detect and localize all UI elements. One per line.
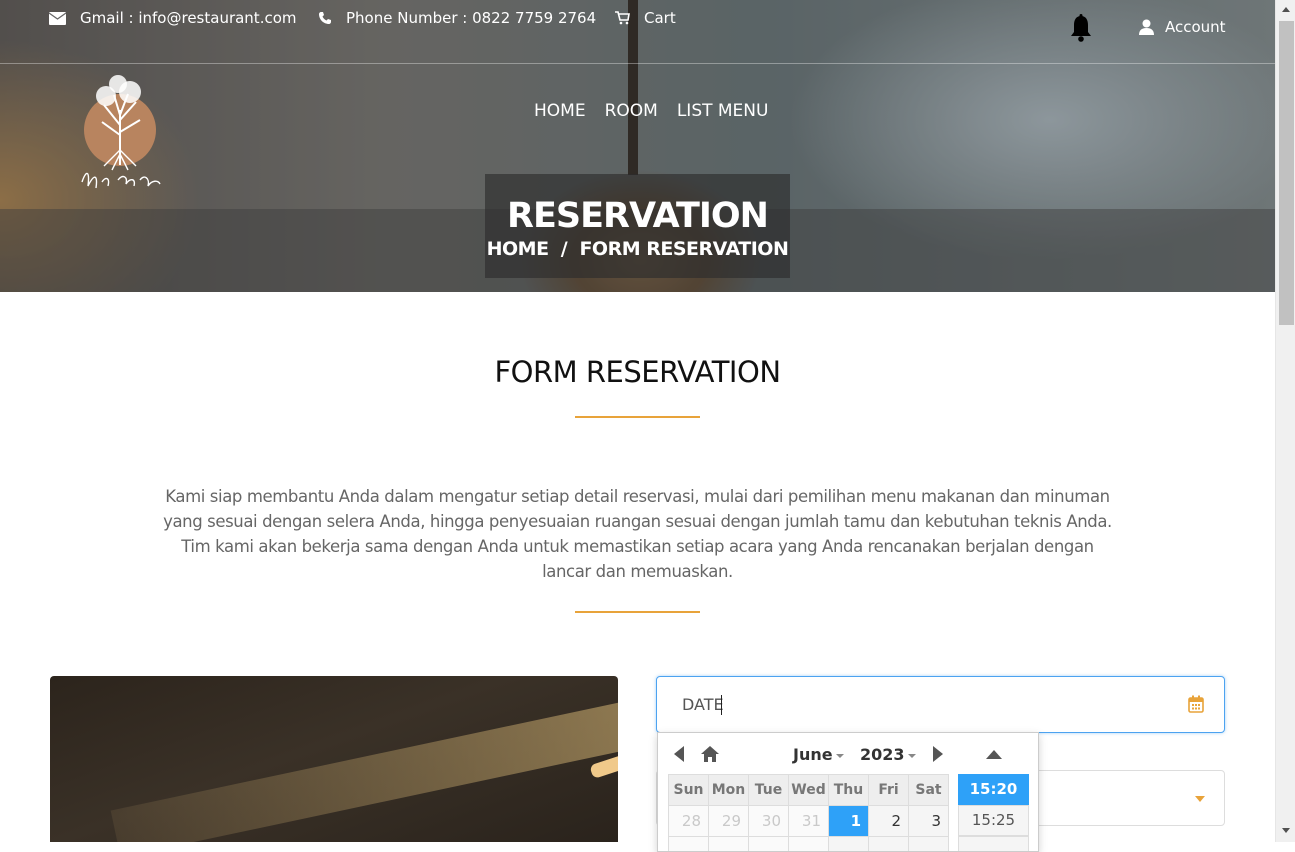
breadcrumb: HOME / FORM RESERVATION <box>485 238 790 260</box>
calendar-day[interactable]: 31 <box>789 806 829 837</box>
nav-list-menu[interactable]: LIST MENU <box>677 101 769 121</box>
calendar-day-selected[interactable]: 1 <box>829 806 869 837</box>
calendar-day[interactable] <box>789 837 829 852</box>
calendar-day[interactable]: 3 <box>909 806 949 837</box>
restaurant-photo <box>50 676 618 842</box>
year-label: 2023 <box>860 745 905 764</box>
calendar-day[interactable] <box>749 837 789 852</box>
month-dropdown-icon <box>836 754 844 758</box>
calendar-day[interactable] <box>829 837 869 852</box>
month-label: June <box>793 745 833 764</box>
weekday-label: Fri <box>869 775 909 806</box>
date-field[interactable] <box>656 676 1225 733</box>
cart-link[interactable]: Cart <box>615 9 676 27</box>
heading-divider <box>575 416 700 418</box>
calendar-day[interactable]: 29 <box>709 806 749 837</box>
calendar-day[interactable] <box>869 837 909 852</box>
description-divider <box>575 611 700 613</box>
calendar-week <box>669 837 949 852</box>
calendar-week: 28 29 30 31 1 2 3 <box>669 806 949 837</box>
date-input[interactable] <box>682 695 1162 714</box>
phone-icon <box>318 11 332 25</box>
vertical-scrollbar[interactable] <box>1275 0 1295 842</box>
dropdown-arrow-icon[interactable] <box>1195 796 1205 802</box>
nav-room[interactable]: ROOM <box>605 101 658 121</box>
page-title: RESERVATION <box>485 196 790 236</box>
year-dropdown-icon <box>908 754 916 758</box>
weekday-label: Mon <box>709 775 749 806</box>
restaurant-logo[interactable] <box>74 70 166 200</box>
datetime-picker: June 2023 Sun Mon Tue Wed Thu Fri Sat 28… <box>657 732 1039 852</box>
phone-contact[interactable]: Phone Number : 0822 7759 2764 <box>318 9 596 27</box>
scroll-up-icon[interactable] <box>1282 7 1290 12</box>
weekday-label: Sun <box>669 775 709 806</box>
calendar-grid: Sun Mon Tue Wed Thu Fri Sat 28 29 30 31 … <box>668 774 949 852</box>
account-label: Account <box>1165 18 1226 36</box>
section-heading: FORM RESERVATION <box>0 355 1275 389</box>
envelope-icon <box>49 12 66 25</box>
chevron-left-icon[interactable] <box>674 746 684 762</box>
email-contact[interactable]: Gmail : info@restaurant.com <box>49 9 297 27</box>
weekday-header: Sun Mon Tue Wed Thu Fri Sat <box>669 775 949 806</box>
home-icon[interactable] <box>700 745 720 763</box>
account-link[interactable]: Account <box>1138 18 1226 36</box>
calendar-icon[interactable] <box>1188 695 1204 713</box>
scroll-down-icon[interactable] <box>1282 828 1290 833</box>
time-slot[interactable]: 15:25 <box>958 805 1029 836</box>
weekday-label: Thu <box>829 775 869 806</box>
calendar-day[interactable]: 30 <box>749 806 789 837</box>
calendar-day[interactable] <box>709 837 749 852</box>
weekday-label: Sat <box>909 775 949 806</box>
text-cursor <box>721 695 722 715</box>
hero-title-box: RESERVATION HOME / FORM RESERVATION <box>485 174 790 278</box>
chevron-up-icon[interactable] <box>986 750 1002 759</box>
year-select[interactable]: 2023 <box>860 745 916 764</box>
time-slot-selected[interactable]: 15:20 <box>958 774 1029 805</box>
section-description: Kami siap membantu Anda dalam mengatur s… <box>160 484 1115 584</box>
photo-detail <box>111 702 618 842</box>
chevron-right-icon[interactable] <box>933 746 943 762</box>
scrollbar-thumb[interactable] <box>1279 21 1294 325</box>
time-slot[interactable] <box>958 836 1029 852</box>
calendar-day[interactable]: 2 <box>869 806 909 837</box>
main-nav: HOME ROOM LIST MENU <box>534 101 768 121</box>
bell-icon[interactable] <box>1068 14 1094 42</box>
cart-icon <box>615 11 630 25</box>
cart-label: Cart <box>644 9 676 27</box>
weekday-label: Wed <box>789 775 829 806</box>
calendar-day[interactable] <box>669 837 709 852</box>
nav-home[interactable]: HOME <box>534 101 586 121</box>
phone-text: Phone Number : 0822 7759 2764 <box>346 9 596 27</box>
calendar-day[interactable]: 28 <box>669 806 709 837</box>
month-select[interactable]: June <box>793 745 844 764</box>
time-column: 15:20 15:25 <box>958 733 1030 852</box>
weekday-label: Tue <box>749 775 789 806</box>
user-icon <box>1138 19 1155 35</box>
email-text: Gmail : info@restaurant.com <box>80 9 297 27</box>
calendar-day[interactable] <box>909 837 949 852</box>
